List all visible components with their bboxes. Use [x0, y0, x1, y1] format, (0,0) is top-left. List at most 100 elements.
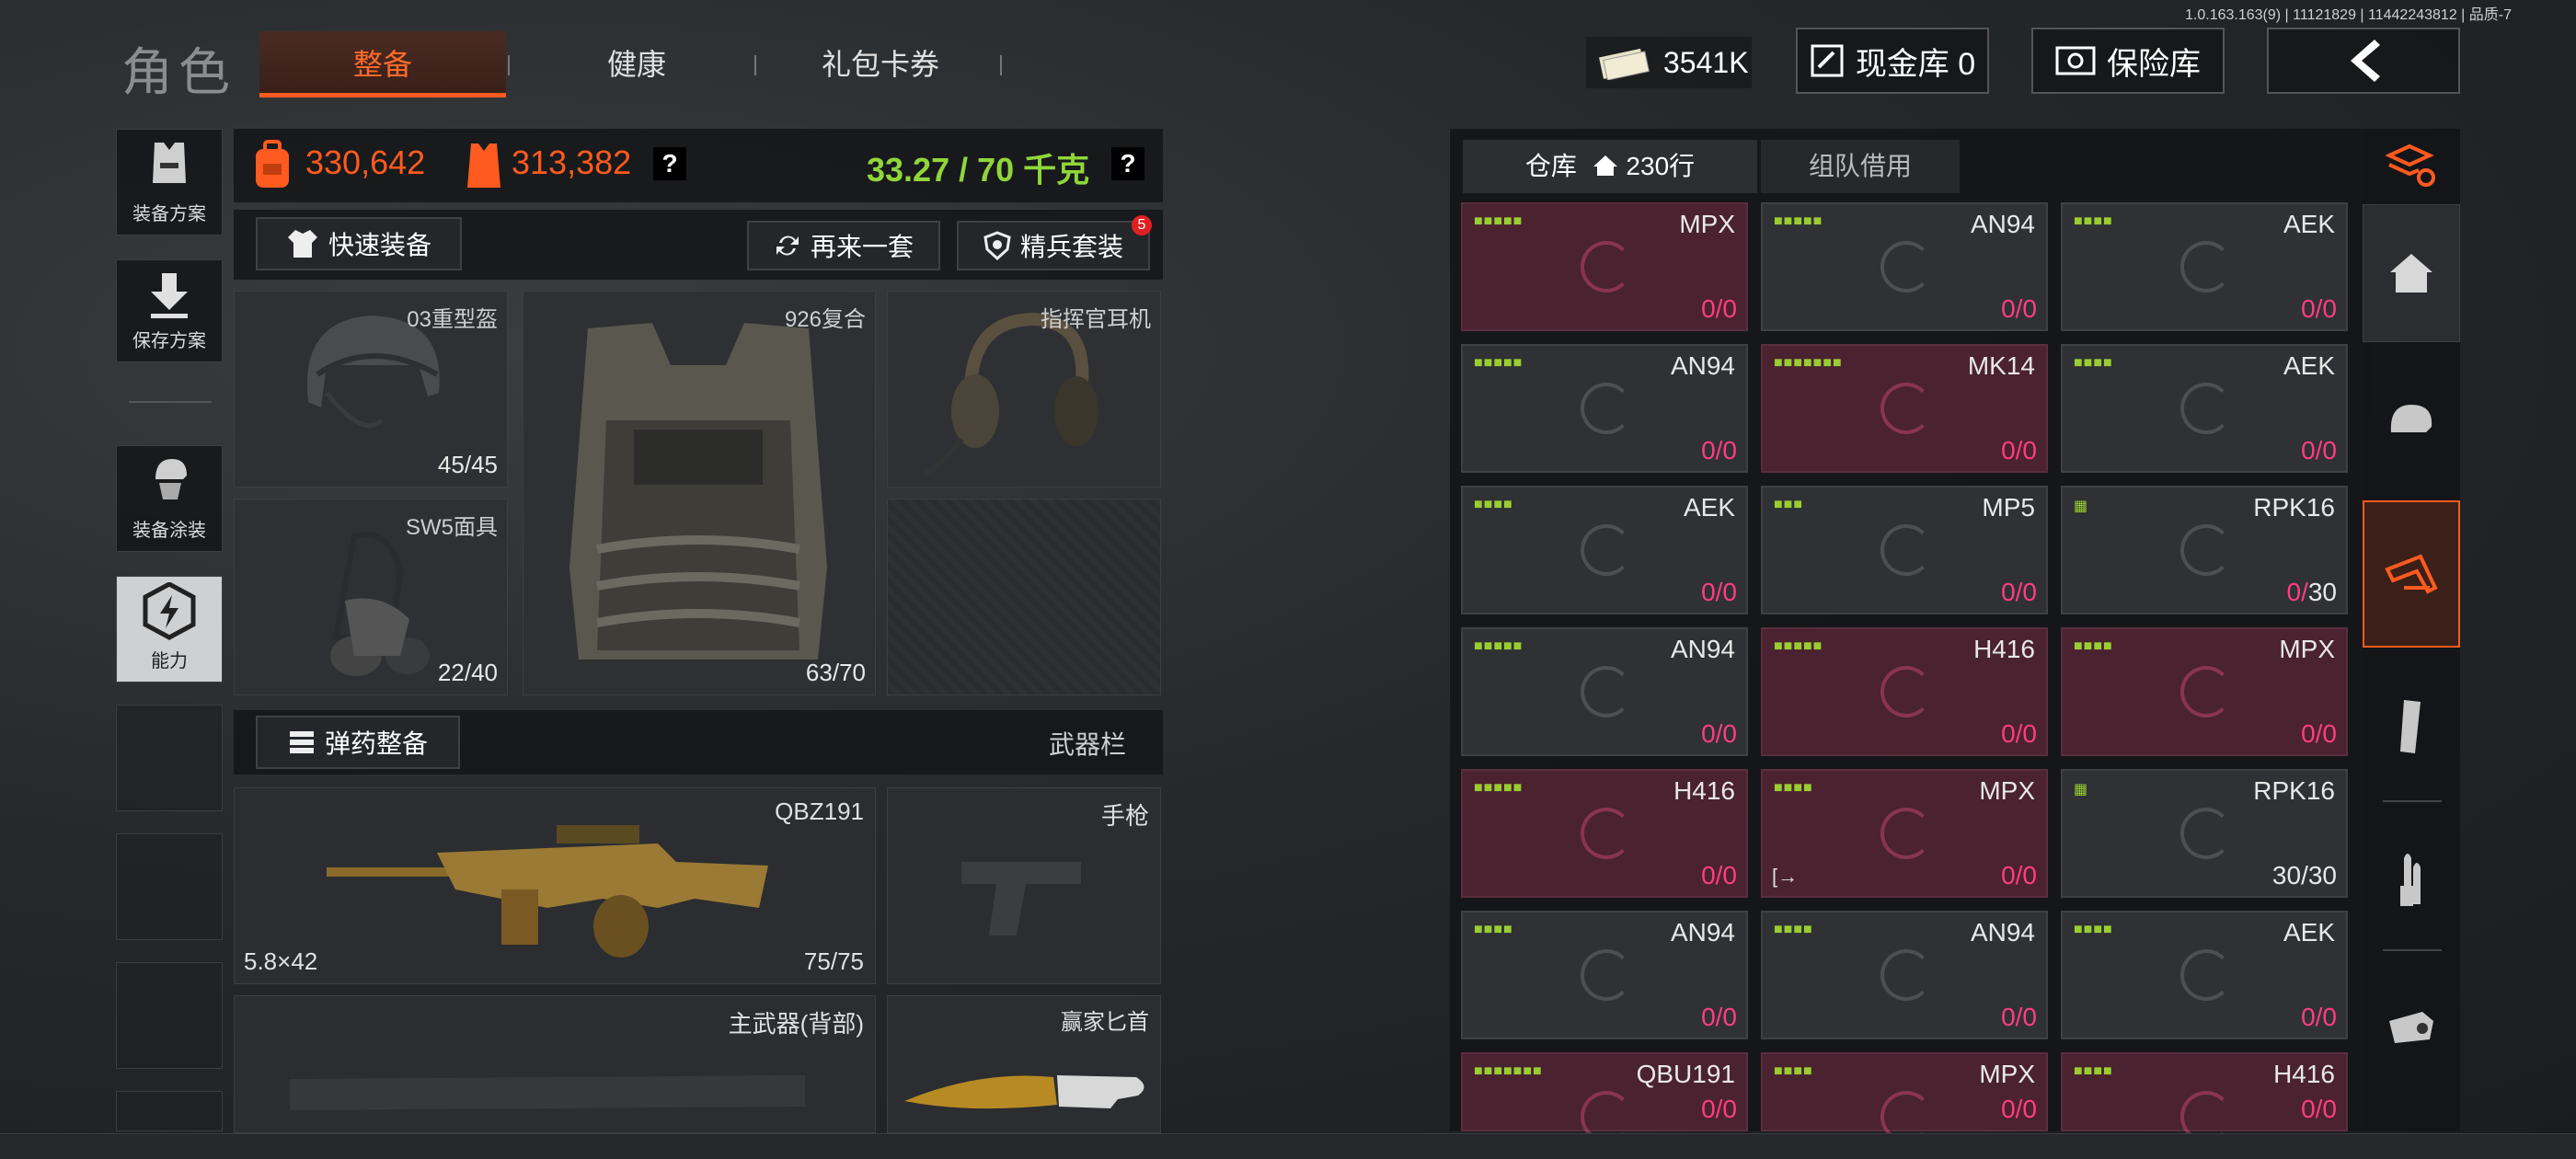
storage-item[interactable]: ■■■■ H416 0/0 [2061, 1052, 2348, 1142]
storage-item[interactable]: ■■■■ MPX 0/0 [2061, 627, 2348, 756]
pistol-silhouette [961, 862, 1081, 935]
cash-vault-button[interactable]: 现金库 0 [1796, 28, 1989, 94]
helmet-filter-button[interactable] [2363, 353, 2460, 491]
ammo-count: 0/0 [2001, 1095, 2037, 1123]
loading-spinner-icon [2180, 383, 2232, 434]
weapon-name: MPX [1979, 776, 2035, 805]
shirt-icon [287, 230, 317, 258]
back-button[interactable] [2267, 28, 2460, 94]
storage-item[interactable]: ■■■■ AEK 0/0 [2061, 202, 2348, 331]
weapon-name: MP5 [1982, 493, 2035, 522]
storage-item[interactable]: ■■■■ AEK 0/0 [2061, 344, 2348, 473]
quality-dots: ■■■■ [2074, 638, 2113, 654]
gear-paint-button[interactable]: 装备涂装 [116, 445, 223, 552]
knife-slot[interactable]: 赢家匕首 [887, 995, 1161, 1133]
equip-again-button[interactable]: 再来一套 [747, 221, 940, 270]
quality-dots: ■■■■ [2074, 213, 2113, 229]
rail-divider [2383, 800, 2442, 802]
ammo-count: 0/0 [2001, 578, 2037, 606]
tab-team-borrow[interactable]: 组队借用 [1761, 140, 1960, 193]
pistol-slot[interactable]: 手枪 [887, 787, 1161, 984]
storage-item[interactable]: ■■■ MP5 0/0 [1761, 486, 2048, 614]
ammo-prep-button[interactable]: 弹药整备 [256, 716, 460, 769]
ammo-count: 0/0 [2001, 1003, 2037, 1031]
primary-weapon-slot[interactable]: QBZ191 5.8×42 75/75 [234, 787, 876, 984]
storage-item[interactable]: ▦ RPK16 0/30 [2061, 486, 2348, 614]
weapon-name: AN94 [1970, 918, 2035, 947]
stats-bar: 330,642 313,382 ? 33.27 / 70 千克 ? [234, 129, 1163, 202]
ability-icon [143, 581, 196, 640]
ammo-count: 0/0 [1701, 578, 1737, 606]
quality-dots: ■■■■■ [1474, 213, 1524, 229]
loading-spinner-icon [2180, 241, 2232, 293]
vest-value: 313,382 [512, 143, 632, 181]
empty-gear-slot[interactable] [887, 499, 1161, 695]
weapon-name: RPK16 [2253, 776, 2335, 805]
quality-dots: ■■■■■ [1474, 638, 1524, 654]
backpack-value: 330,642 [305, 143, 426, 181]
quality-dots: ■■■■ [1474, 497, 1513, 512]
weapon-filter-button[interactable] [2363, 500, 2460, 648]
quick-equip-button[interactable]: 快速装备 [256, 217, 462, 270]
storage-item[interactable]: ■■■■■ H416 0/0 [1761, 627, 2048, 756]
tab-gift-cards[interactable]: 礼包卡券 [775, 31, 986, 98]
vest-plan-icon [153, 143, 186, 183]
storage-item[interactable]: ■■■■ AEK 0/0 [1461, 486, 1748, 614]
headset-slot[interactable]: 指挥官耳机 [887, 291, 1161, 488]
secondary-weapon-slot[interactable]: 主武器(背部) [234, 995, 876, 1133]
weapon-bar-label: 武器栏 [1049, 730, 1127, 759]
quality-dots: ■■■■■ [1774, 638, 1823, 654]
weapon-name: MPX [2279, 635, 2335, 663]
storage-item[interactable]: ■■■■■ AN94 0/0 [1461, 627, 1748, 756]
vest-slot[interactable]: 926复合 63/70 [523, 291, 876, 695]
loading-spinner-icon [1880, 949, 1932, 1001]
magazine-icon [2400, 700, 2421, 753]
storage-item[interactable]: ■■■■ AN94 0/0 [1761, 911, 2048, 1039]
bullet-filter-button[interactable] [2363, 809, 2460, 947]
ability-button[interactable]: 能力 [116, 576, 223, 683]
helmet-slot[interactable]: 03重型盔 45/45 [234, 291, 508, 488]
storage-item[interactable]: ■■■■■ AN94 0/0 [1761, 202, 2048, 331]
storage-item[interactable]: ■■■■ AN94 0/0 [1461, 911, 1748, 1039]
quality-dots: ■■■■■■■ [1474, 1063, 1543, 1079]
storage-item[interactable]: ■■■■ AEK 0/0 [2061, 911, 2348, 1039]
loading-spinner-icon [1581, 524, 1632, 576]
storage-item[interactable]: ■■■■ MPX [→ 0/0 [1761, 769, 2048, 898]
refresh-stack-button[interactable] [2363, 129, 2460, 202]
storage-item[interactable]: ■■■■■ AN94 0/0 [1461, 344, 1748, 473]
help-button[interactable]: ? [653, 147, 686, 180]
save-plan-button[interactable]: 保存方案 [116, 259, 223, 362]
mask-image [330, 532, 430, 676]
elite-set-button[interactable]: 精兵套装 [957, 221, 1150, 270]
tab-loadout[interactable]: 整备 [259, 31, 506, 98]
page-title: 角色 [121, 43, 236, 101]
quality-dots: ■■■■■ [1474, 780, 1524, 796]
storage-item[interactable]: ■■■■ MPX 0/0 [1761, 1052, 2048, 1142]
helmet-icon [2390, 405, 2432, 432]
storage-item[interactable]: ▦ RPK16 30/30 [2061, 769, 2348, 898]
weapon-name: AEK [1683, 493, 1735, 522]
loadout-plans-button[interactable]: 装备方案 [116, 129, 223, 235]
weapon-name: AN94 [1970, 210, 2035, 238]
weapon-name: MPX [1979, 1060, 2035, 1088]
home-button[interactable] [2363, 204, 2460, 342]
quality-dots: ■■■■■■■ [1774, 355, 1843, 371]
mask-slot[interactable]: SW5面具 22/40 [234, 499, 508, 695]
storage-item[interactable]: ■■■■■ MPX 0/0 [1461, 202, 1748, 331]
scope-filter-button[interactable] [2363, 957, 2460, 1095]
weapon-name: AN94 [1670, 351, 1735, 380]
tab-health[interactable]: 健康 [526, 31, 747, 98]
storage-item[interactable]: ■■■■■ H416 0/0 [1461, 769, 1748, 898]
magazine-filter-button[interactable] [2363, 659, 2460, 797]
weapon-name: QBU191 [1636, 1060, 1735, 1088]
refresh-stack-icon [2386, 143, 2435, 187]
weight-help-button[interactable]: ? [1111, 147, 1144, 180]
safe-icon [2055, 46, 2096, 75]
storage-item[interactable]: ■■■■■■■ MK14 0/0 [1761, 344, 2048, 473]
weight-value: 33.27 / 70 千克 [867, 151, 1090, 189]
loading-spinner-icon [2180, 808, 2232, 859]
ammo-count: 0/0 [2001, 436, 2037, 465]
storage-item[interactable]: ■■■■■■■ QBU191 0/0 [1461, 1052, 1748, 1142]
tab-warehouse[interactable]: 仓库 230行 [1463, 140, 1757, 193]
safe-vault-button[interactable]: 保险库 [2031, 28, 2225, 94]
